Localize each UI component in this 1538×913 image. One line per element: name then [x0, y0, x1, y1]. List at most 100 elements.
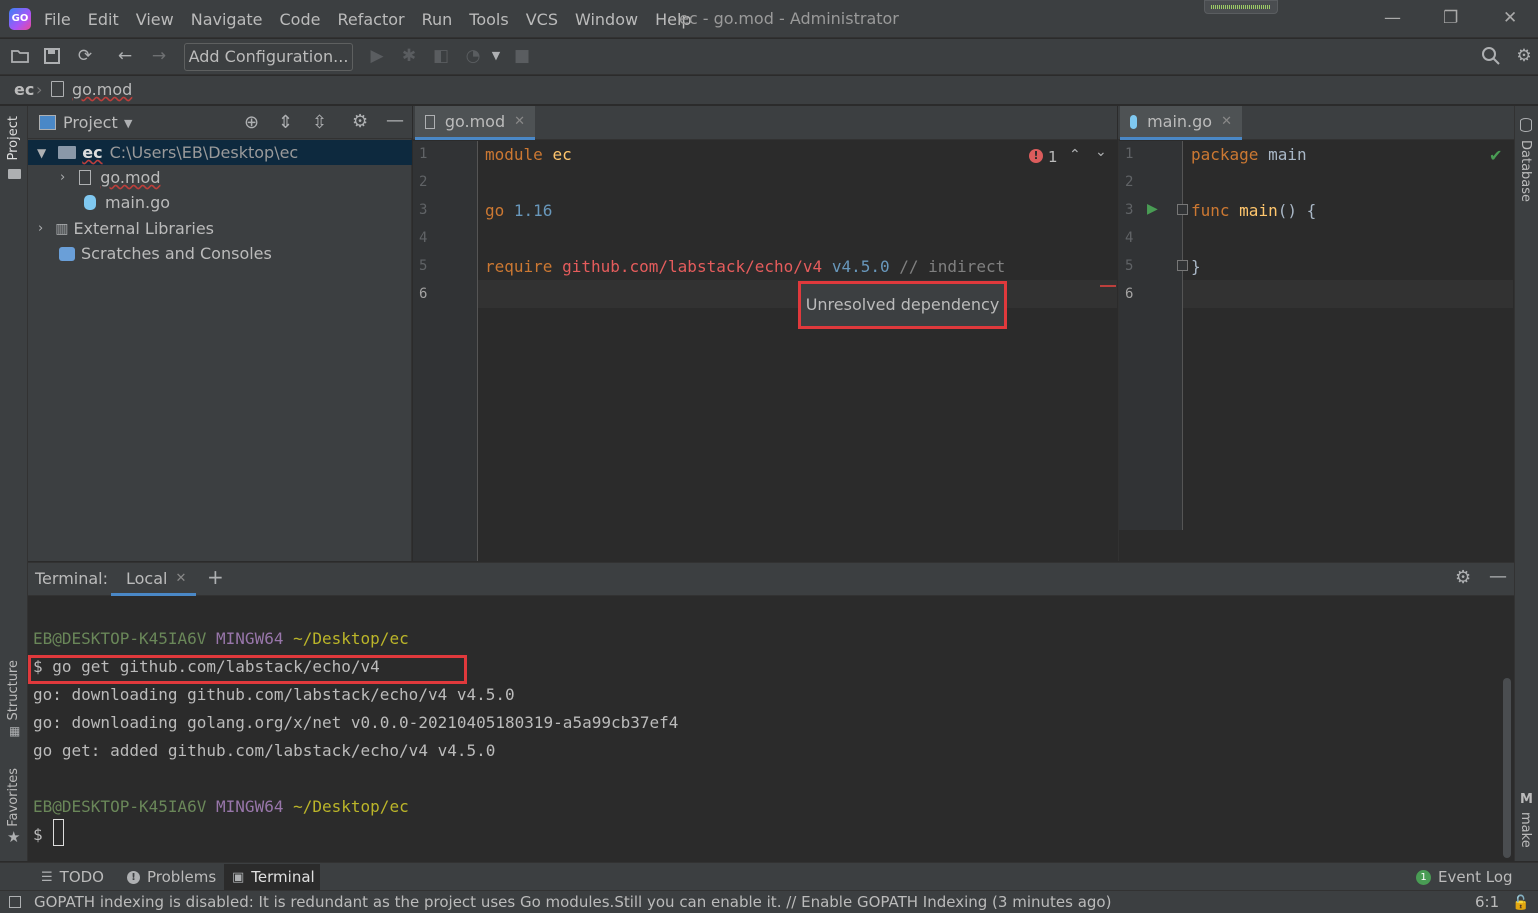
right-tool-strip	[1514, 106, 1538, 861]
event-log-badge: 1	[1416, 869, 1431, 885]
terminal-scrollbar[interactable]	[1503, 678, 1511, 858]
editor-gomod[interactable]	[413, 106, 1117, 561]
menu-navigate[interactable]: Navigate	[191, 10, 263, 29]
tree-item-scratches[interactable]: Scratches and Consoles	[28, 241, 412, 266]
close-tab-icon[interactable]: ✕	[514, 114, 525, 129]
run-icon[interactable]: ▶	[367, 46, 387, 66]
error-stripe-mark[interactable]	[1100, 285, 1116, 287]
hide-panel-icon[interactable]: —	[386, 110, 404, 131]
app-logo-icon[interactable]: GO	[9, 8, 31, 30]
restore-icon[interactable]: ❐	[1443, 8, 1458, 28]
menu-window[interactable]: Window	[575, 10, 638, 29]
terminal-label: Terminal:	[35, 569, 109, 588]
new-terminal-icon[interactable]: +	[207, 565, 224, 589]
tree-item-external-libraries[interactable]: › ▥ External Libraries	[28, 216, 412, 241]
status-message[interactable]: GOPATH indexing is disabled: It is redun…	[34, 893, 1111, 911]
tab-gomod[interactable]: go.mod ✕	[415, 106, 535, 140]
status-square-icon[interactable]	[9, 896, 21, 908]
search-icon[interactable]	[1481, 46, 1501, 66]
chevron-right-icon[interactable]: ›	[38, 221, 43, 236]
error-icon[interactable]: !	[1029, 149, 1043, 163]
prompt-path: ~/Desktop/ec	[293, 797, 409, 816]
code-comment: // indirect	[899, 257, 1006, 276]
tab-event-log[interactable]: 1 Event Log	[1408, 864, 1521, 890]
make-tool-button[interactable]: make	[1518, 812, 1533, 848]
back-icon[interactable]: ←	[115, 46, 135, 66]
todo-label: TODO	[59, 868, 104, 886]
open-folder-icon[interactable]	[10, 46, 30, 66]
file-icon	[79, 170, 92, 185]
expand-all-icon[interactable]: ⇕	[278, 112, 293, 133]
structure-tool-button[interactable]: Structure	[6, 660, 21, 720]
gopher-icon	[1130, 114, 1138, 129]
menu-vcs[interactable]: VCS	[526, 10, 558, 29]
memory-indicator[interactable]	[1204, 0, 1278, 14]
fold-icon[interactable]	[1177, 260, 1188, 271]
line-number: 4	[1125, 230, 1134, 246]
menu-run[interactable]: Run	[422, 10, 453, 29]
debug-icon[interactable]: ✱	[399, 46, 419, 66]
menu-code[interactable]: Code	[280, 10, 321, 29]
next-error-icon[interactable]: ⌄	[1095, 144, 1107, 160]
code-version: v4.5.0	[831, 257, 890, 276]
fold-icon[interactable]	[1177, 204, 1188, 215]
tab-maingo-label: main.go	[1147, 112, 1213, 131]
stop-icon[interactable]: ■	[512, 46, 532, 66]
tab-maingo[interactable]: main.go ✕	[1120, 106, 1242, 140]
line-number: 4	[419, 230, 428, 246]
breadcrumb-root[interactable]: ec	[14, 80, 34, 99]
tab-terminal-local[interactable]: Local ✕	[111, 563, 196, 596]
chevron-right-icon[interactable]: ›	[60, 170, 65, 185]
sync-icon[interactable]: ⟳	[75, 46, 95, 66]
tree-item-gomod[interactable]: › go.mod	[28, 165, 412, 190]
profile-icon[interactable]: ◔	[463, 46, 483, 66]
locate-icon[interactable]: ⊕	[244, 112, 259, 133]
close-window-icon[interactable]: ✕	[1503, 8, 1517, 28]
menu-edit[interactable]: Edit	[88, 10, 119, 29]
chevron-down-icon[interactable]: ▼	[124, 117, 132, 130]
code-keyword: func	[1191, 201, 1230, 220]
run-dropdown-icon[interactable]: ▼	[486, 46, 506, 66]
close-tab-icon[interactable]: ✕	[175, 571, 186, 586]
terminal-cursor[interactable]	[53, 819, 64, 846]
menu-tools[interactable]: Tools	[469, 10, 508, 29]
run-gutter-icon[interactable]: ▶	[1147, 201, 1158, 217]
project-tool-button[interactable]: Project	[6, 116, 21, 160]
minimize-icon[interactable]: —	[1384, 8, 1401, 28]
favorites-tool-button[interactable]: Favorites	[6, 768, 21, 827]
tab-problems[interactable]: ! Problems	[119, 864, 224, 890]
project-view-title[interactable]: Project	[63, 113, 118, 132]
collapse-all-icon[interactable]: ⇳	[312, 112, 327, 133]
tree-gomod-label: go.mod	[100, 168, 161, 187]
code-version: 1.16	[513, 201, 553, 220]
chevron-down-icon[interactable]: ▼	[37, 146, 46, 160]
tree-item-root[interactable]: ▼ ec C:\Users\EB\Desktop\ec	[28, 140, 412, 165]
menu-file[interactable]: File	[44, 10, 71, 29]
terminal-output-line: go: downloading golang.org/x/net v0.0.0-…	[33, 713, 679, 732]
forward-icon[interactable]: →	[149, 46, 169, 66]
error-count[interactable]: 1	[1048, 148, 1058, 166]
line-number: 6	[1125, 286, 1134, 302]
menu-view[interactable]: View	[136, 10, 174, 29]
scratches-icon	[59, 246, 75, 261]
lock-icon[interactable]: 🔓	[1512, 895, 1529, 911]
tab-terminal[interactable]: ▣ Terminal	[224, 864, 320, 890]
line-number: 5	[1125, 258, 1134, 274]
caret-position[interactable]: 6:1	[1475, 893, 1499, 911]
tree-item-maingo[interactable]: main.go	[28, 190, 412, 215]
database-tool-button[interactable]: Database	[1518, 140, 1533, 202]
menu-refactor[interactable]: Refactor	[337, 10, 404, 29]
close-tab-icon[interactable]: ✕	[1221, 114, 1232, 129]
check-icon[interactable]: ✔	[1489, 146, 1502, 165]
gear-icon[interactable]: ⚙	[352, 111, 368, 132]
save-icon[interactable]	[42, 46, 62, 66]
line-number: 2	[1125, 174, 1134, 190]
tab-todo[interactable]: ☰ TODO	[33, 864, 112, 890]
breadcrumb-file[interactable]: go.mod	[72, 80, 132, 99]
settings-icon[interactable]: ⚙	[1514, 46, 1534, 66]
gear-icon[interactable]: ⚙	[1455, 567, 1471, 588]
hide-panel-icon[interactable]: —	[1489, 566, 1507, 587]
coverage-icon[interactable]: ◧	[431, 46, 451, 66]
previous-error-icon[interactable]: ⌃	[1069, 147, 1081, 163]
add-configuration-button[interactable]: Add Configuration...	[184, 43, 353, 71]
